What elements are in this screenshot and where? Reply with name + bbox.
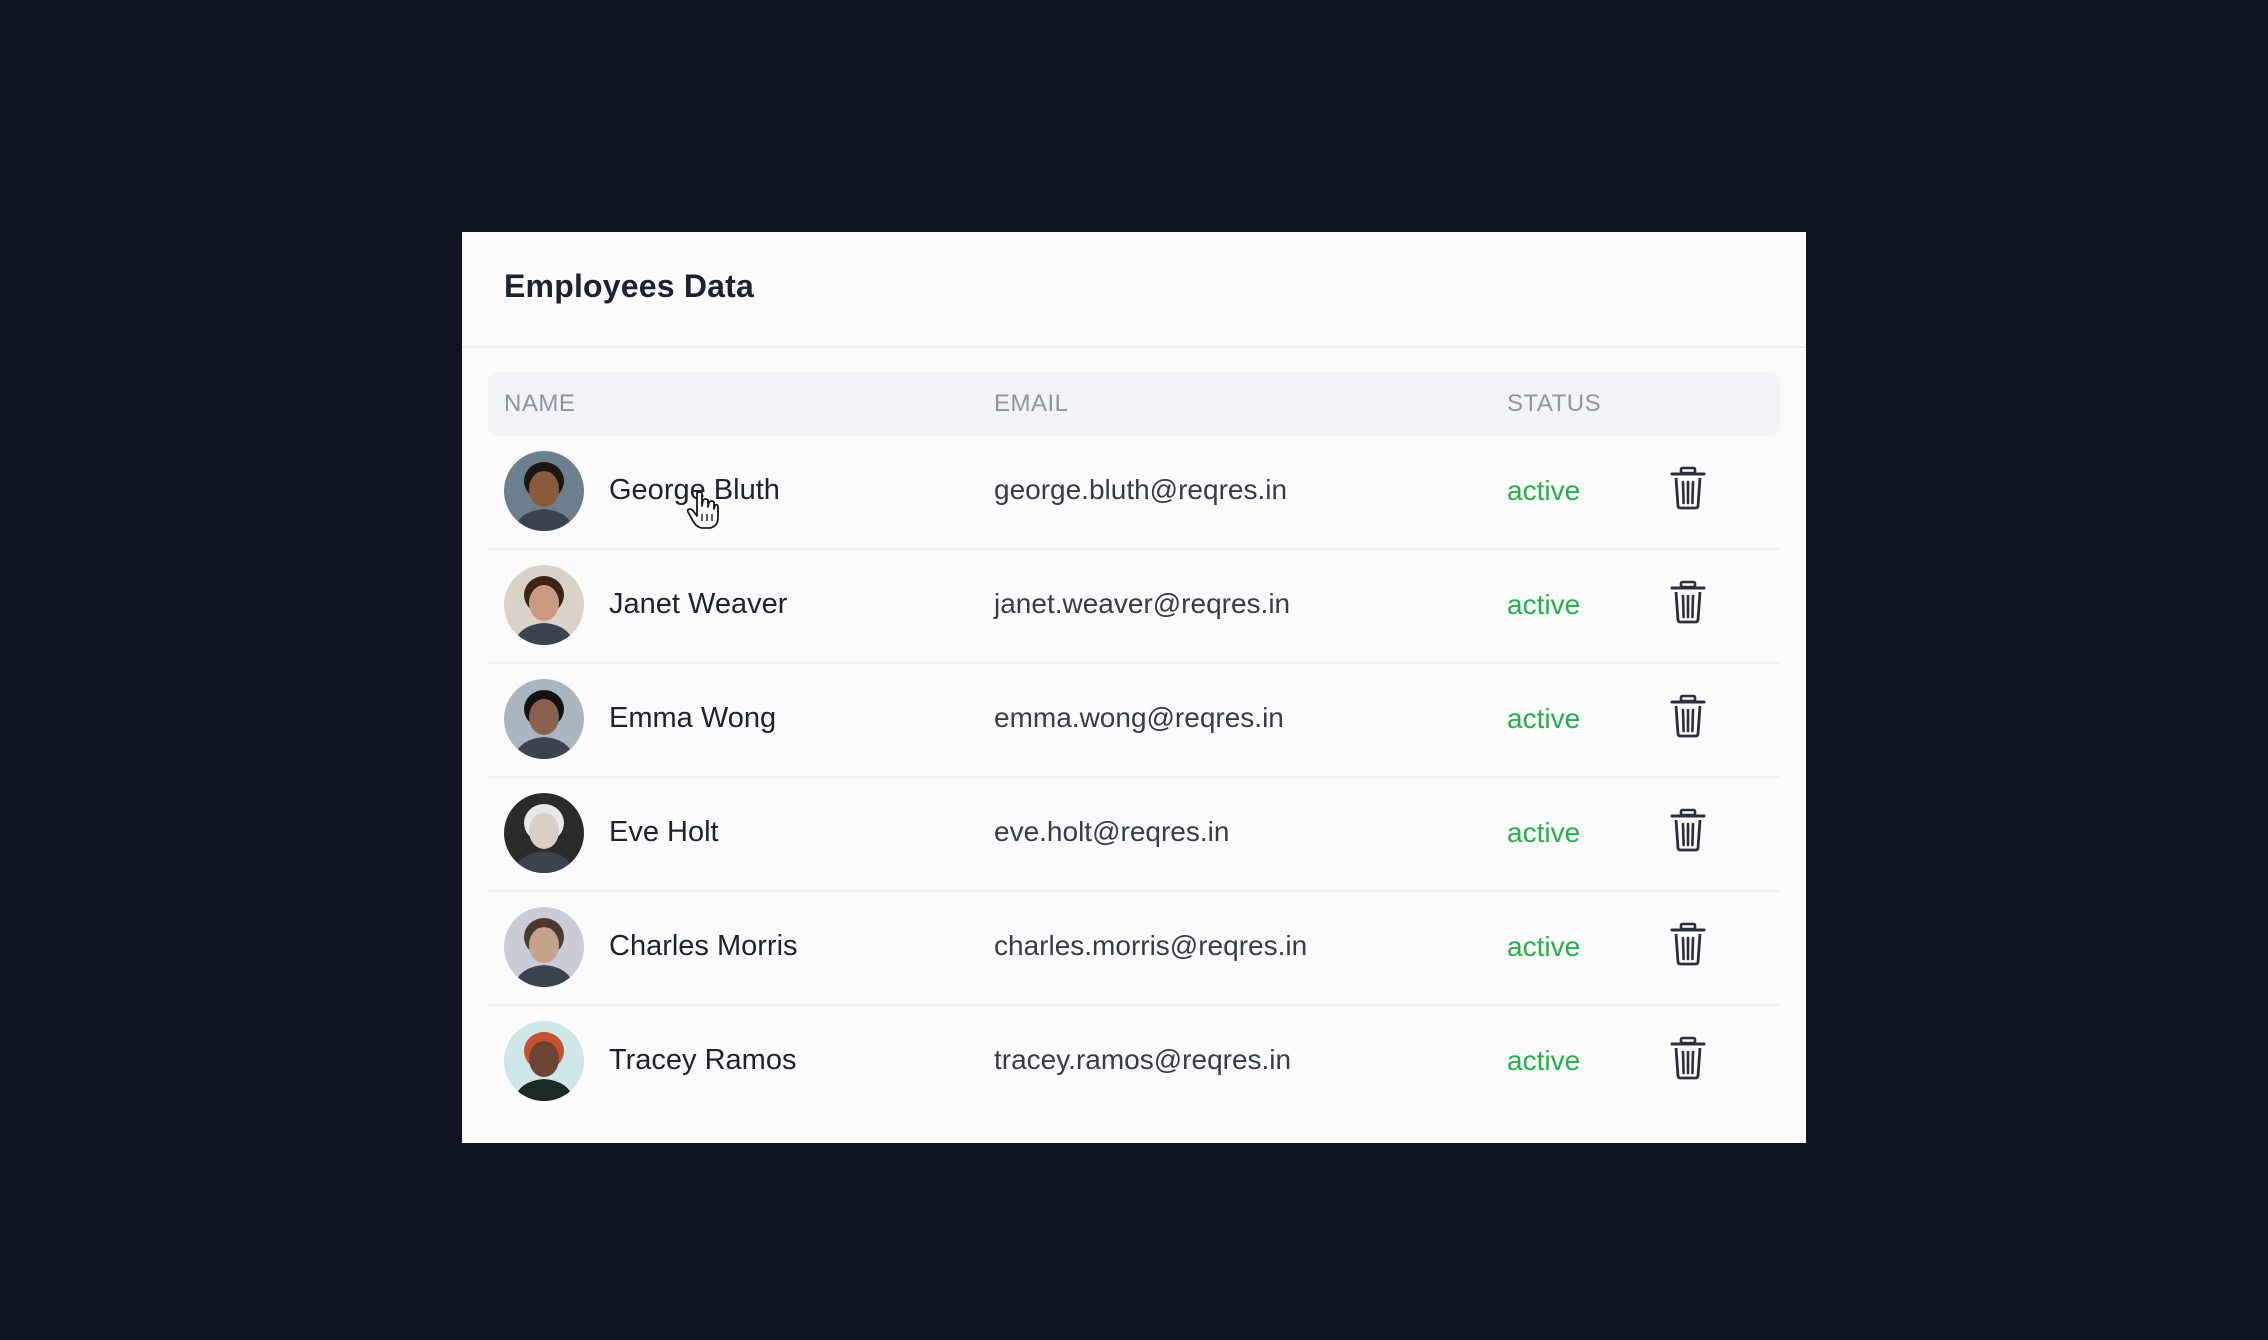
employee-email: george.bluth@reqres.in	[994, 474, 1288, 505]
employee-name: Janet Weaver	[609, 588, 788, 620]
column-header-status: STATUS	[1507, 390, 1602, 417]
table-row[interactable]: Tracey Ramos tracey.ramos@reqres.in active	[488, 1006, 1780, 1120]
table-row[interactable]: George Bluth george.bluth@reqres.in active	[488, 436, 1780, 550]
table-row[interactable]: Charles Morris charles.morris@reqres.in ac…	[488, 892, 1780, 1006]
avatar	[504, 793, 584, 873]
table-row[interactable]: Eve Holt eve.holt@reqres.in active	[488, 778, 1780, 892]
status-badge: active	[1507, 1045, 1581, 1076]
avatar	[504, 1021, 584, 1101]
table-row[interactable]: Emma Wong emma.wong@reqres.in active	[488, 664, 1780, 778]
avatar	[504, 907, 584, 987]
employee-email: eve.holt@reqres.in	[994, 816, 1230, 847]
employee-name: Emma Wong	[609, 702, 777, 734]
avatar	[504, 679, 584, 759]
status-badge: active	[1507, 589, 1581, 620]
employee-name: George Bluth	[609, 474, 780, 506]
trash-icon[interactable]	[1668, 922, 1708, 966]
employee-name: Tracey Ramos	[609, 1044, 797, 1076]
trash-icon[interactable]	[1668, 694, 1708, 738]
status-badge: active	[1507, 817, 1581, 848]
employee-name: Eve Holt	[609, 816, 719, 848]
table-body: George Bluth george.bluth@reqres.in active…	[488, 436, 1780, 1120]
avatar	[504, 451, 584, 531]
employees-card: Employees Data NAME EMAIL STATUS George …	[462, 232, 1806, 1143]
trash-icon[interactable]	[1668, 808, 1708, 852]
table-header: NAME EMAIL STATUS	[488, 372, 1780, 436]
trash-icon[interactable]	[1668, 1036, 1708, 1080]
employee-email: emma.wong@reqres.in	[994, 702, 1284, 733]
column-header-email: EMAIL	[994, 390, 1069, 417]
status-badge: active	[1507, 931, 1581, 962]
table-row[interactable]: Janet Weaver janet.weaver@reqres.in active	[488, 550, 1780, 664]
card-header: Employees Data	[462, 232, 1806, 348]
employee-email: janet.weaver@reqres.in	[994, 588, 1291, 619]
avatar	[504, 565, 584, 645]
employee-name: Charles Morris	[609, 930, 798, 962]
status-badge: active	[1507, 703, 1581, 734]
status-badge: active	[1507, 475, 1581, 506]
employee-email: tracey.ramos@reqres.in	[994, 1044, 1292, 1075]
trash-icon[interactable]	[1668, 466, 1708, 510]
column-header-name: NAME	[504, 390, 576, 417]
employees-table: NAME EMAIL STATUS George Bluth george.blu…	[488, 372, 1780, 1120]
trash-icon[interactable]	[1668, 580, 1708, 624]
employee-email: charles.morris@reqres.in	[994, 930, 1308, 961]
card-title: Employees Data	[504, 268, 755, 304]
